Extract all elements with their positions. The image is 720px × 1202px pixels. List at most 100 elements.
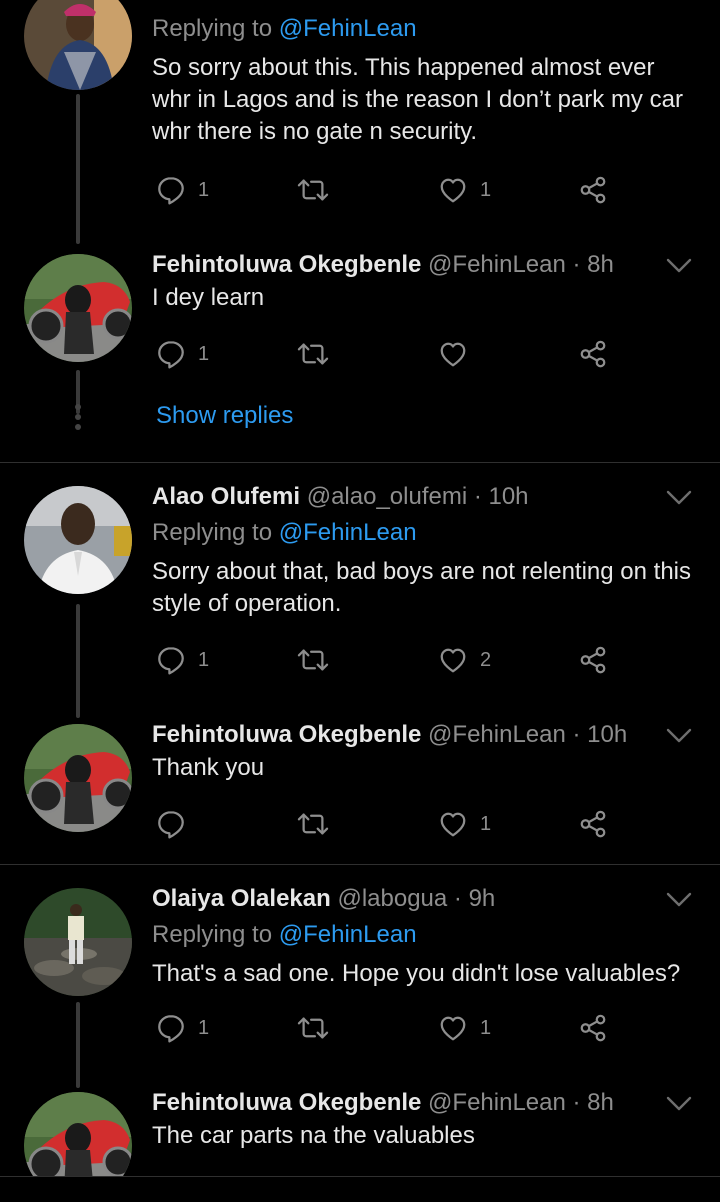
avatar[interactable] [24, 1092, 132, 1176]
like-count: 1 [480, 812, 492, 835]
tweet-body: Fehintoluwa Okegbenle @FehinLean · 10h T… [152, 720, 696, 784]
show-replies-link[interactable]: Show replies [156, 402, 293, 430]
reply-button[interactable]: 1 [156, 170, 209, 210]
share-icon [578, 809, 608, 839]
tweet-body: Olaiya Olalekan @labogua · 9h Replying t… [152, 884, 696, 990]
tweet-text: Sorry about that, bad boys are not relen… [152, 558, 692, 617]
reply-count: 1 [198, 648, 210, 671]
reply-count: 1 [198, 342, 210, 365]
retweet-button[interactable] [296, 640, 330, 680]
avatar[interactable] [24, 486, 132, 594]
reply-button[interactable]: 1 [156, 334, 209, 374]
retweet-icon [296, 339, 330, 369]
author-name[interactable]: Fehintoluwa Okegbenle [152, 721, 421, 748]
share-icon [578, 175, 608, 205]
tweet-5[interactable]: Fehintoluwa Okegbenle @FehinLean · 8h Th… [0, 1092, 720, 1176]
author-handle[interactable]: @labogua [337, 885, 447, 912]
like-button[interactable] [438, 334, 468, 374]
author-handle[interactable]: @alao_olufemi [307, 483, 467, 510]
like-icon [438, 809, 468, 839]
tweet-text: That's a sad one. Hope you didn't lose v… [152, 960, 681, 987]
retweet-button[interactable] [296, 170, 330, 210]
chevron-down-icon[interactable] [666, 258, 692, 274]
like-icon [438, 339, 468, 369]
retweet-icon [296, 1013, 330, 1043]
avatar-image [24, 1092, 132, 1176]
author-name[interactable]: Fehintoluwa Okegbenle [152, 1092, 421, 1116]
reply-button[interactable]: 1 [156, 1008, 209, 1048]
share-icon [578, 645, 608, 675]
chevron-down-icon[interactable] [666, 892, 692, 908]
avatar-image [24, 724, 132, 832]
author-name[interactable]: Alao Olufemi [152, 483, 300, 510]
retweet-button[interactable] [296, 334, 330, 374]
chevron-down-icon[interactable] [666, 490, 692, 506]
reply-count: 1 [198, 178, 210, 201]
chevron-down-icon[interactable] [666, 728, 692, 744]
like-button[interactable]: 1 [438, 170, 491, 210]
author-handle[interactable]: @FehinLean [428, 721, 566, 748]
share-button[interactable] [578, 170, 608, 210]
tweet-time: · 8h [572, 251, 614, 278]
thread-line [76, 94, 80, 244]
replying-to: Replying to @FehinLean [152, 518, 696, 548]
reply-button[interactable]: 1 [156, 640, 209, 680]
more-replies-indicator [74, 404, 82, 434]
avatar[interactable] [24, 888, 132, 996]
divider [0, 462, 720, 463]
like-button[interactable]: 1 [438, 1008, 491, 1048]
replying-to: Replying to @FehinLean [152, 14, 696, 44]
tweet-header: Fehintoluwa Okegbenle @FehinLean · 10h [152, 720, 696, 750]
share-button[interactable] [578, 334, 608, 374]
reply-icon [156, 645, 186, 675]
like-icon [438, 1013, 468, 1043]
avatar-image [24, 254, 132, 362]
tweet-time: · 10h [572, 721, 628, 748]
reply-button[interactable] [156, 804, 186, 844]
share-button[interactable] [578, 640, 608, 680]
tweet-time: · 8h [572, 1092, 614, 1116]
tweet-header: Fehintoluwa Okegbenle @FehinLean · 8h [152, 250, 696, 280]
author-handle[interactable]: @FehinLean [428, 251, 566, 278]
share-icon [578, 1013, 608, 1043]
tweet-actions: 1 1 [152, 170, 632, 210]
like-icon [438, 175, 468, 205]
chevron-down-icon[interactable] [666, 1096, 692, 1112]
tweet-time: · 10h [473, 483, 529, 510]
retweet-icon [296, 645, 330, 675]
tweet-text: I dey learn [152, 284, 265, 311]
replying-to: Replying to @FehinLean [152, 920, 696, 950]
reply-icon [156, 339, 186, 369]
like-icon [438, 645, 468, 675]
retweet-button[interactable] [296, 804, 330, 844]
tweet-body: Fehintoluwa Okegbenle @FehinLean · 8h I … [152, 250, 696, 314]
like-button[interactable]: 1 [438, 804, 491, 844]
like-count: 2 [480, 648, 492, 671]
mention-link[interactable]: @FehinLean [279, 15, 417, 42]
tweet-actions: 1 2 [152, 640, 632, 680]
author-name[interactable]: Olaiya Olalekan [152, 885, 331, 912]
avatar[interactable] [24, 0, 132, 90]
retweet-icon [296, 809, 330, 839]
divider [0, 864, 720, 865]
author-name[interactable]: Fehintoluwa Okegbenle [152, 251, 421, 278]
replying-label: Replying to [152, 519, 273, 546]
avatar[interactable] [24, 254, 132, 362]
tweet-body: Fehintoluwa Okegbenle @FehinLean · 8h Th… [152, 1092, 696, 1152]
like-button[interactable]: 2 [438, 640, 491, 680]
avatar[interactable] [24, 724, 132, 832]
thread-line [76, 604, 80, 718]
reply-icon [156, 175, 186, 205]
share-button[interactable] [578, 1008, 608, 1048]
mention-link[interactable]: @FehinLean [279, 921, 417, 948]
share-icon [578, 339, 608, 369]
tweet-text: So sorry about this. This happened almos… [152, 54, 683, 145]
avatar-image [24, 888, 132, 996]
share-button[interactable] [578, 804, 608, 844]
retweet-button[interactable] [296, 1008, 330, 1048]
replying-label: Replying to [152, 921, 273, 948]
tweet-header: Alao Olufemi @alao_olufemi · 10h [152, 482, 696, 512]
tweet-text: The car parts na the valuables [152, 1122, 475, 1149]
author-handle[interactable]: @FehinLean [428, 1092, 566, 1116]
mention-link[interactable]: @FehinLean [279, 519, 417, 546]
